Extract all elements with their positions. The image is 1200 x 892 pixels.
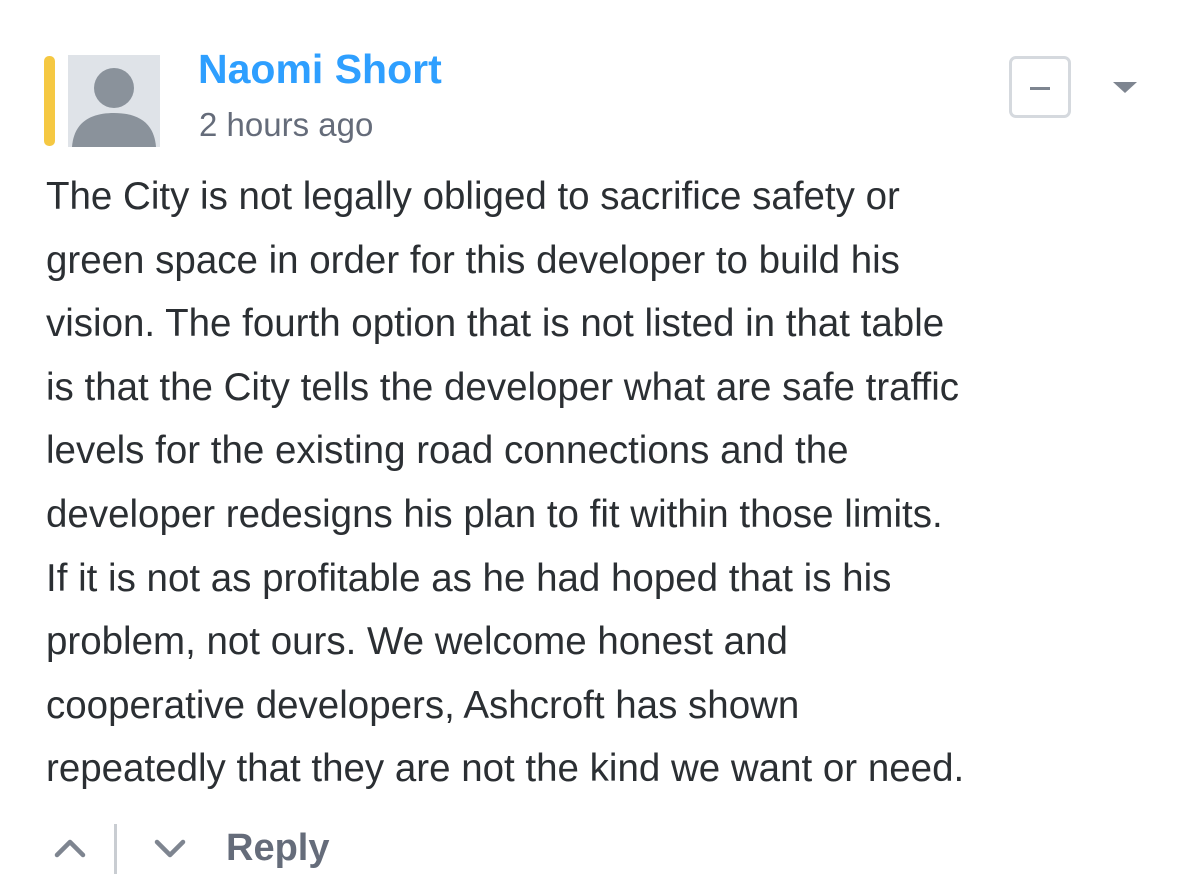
- comment-body: The City is not legally obliged to sacri…: [46, 165, 1176, 801]
- caret-down-icon[interactable]: [1113, 82, 1137, 93]
- upvote-button[interactable]: [52, 830, 88, 866]
- collapse-button[interactable]: [1009, 56, 1071, 118]
- comment-accent-bar: [44, 56, 55, 146]
- reply-button[interactable]: Reply: [226, 824, 329, 872]
- comment: Naomi Short 2 hours ago The City is not …: [0, 0, 1200, 892]
- author-name[interactable]: Naomi Short: [198, 44, 442, 94]
- avatar[interactable]: [68, 55, 160, 147]
- comment-body-line: repeatedly that they are not the kind we…: [46, 747, 965, 791]
- comment-body-line: cooperative developers, Ashcroft has sho…: [46, 683, 800, 727]
- downvote-button[interactable]: [152, 830, 188, 866]
- user-avatar-icon: [68, 55, 160, 147]
- comment-body-line: is that the City tells the developer wha…: [46, 365, 960, 409]
- comment-body-line: vision. The fourth option that is not li…: [46, 302, 945, 346]
- comment-body-line: levels for the existing road connections…: [46, 429, 849, 473]
- chevron-down-icon: [154, 839, 186, 858]
- comment-body-line: If it is not as profitable as he had hop…: [46, 556, 892, 600]
- comment-body-line: green space in order for this developer …: [46, 238, 900, 282]
- comment-actions: Reply: [0, 818, 1200, 878]
- chevron-up-icon: [54, 839, 86, 858]
- comment-body-line: problem, not ours. We welcome honest and: [46, 620, 788, 664]
- comment-timestamp[interactable]: 2 hours ago: [199, 104, 373, 146]
- minus-icon: [1030, 87, 1050, 90]
- vote-divider: [114, 824, 117, 874]
- comment-body-line: developer redesigns his plan to fit with…: [46, 492, 943, 536]
- comment-body-line: The City is not legally obliged to sacri…: [46, 175, 900, 218]
